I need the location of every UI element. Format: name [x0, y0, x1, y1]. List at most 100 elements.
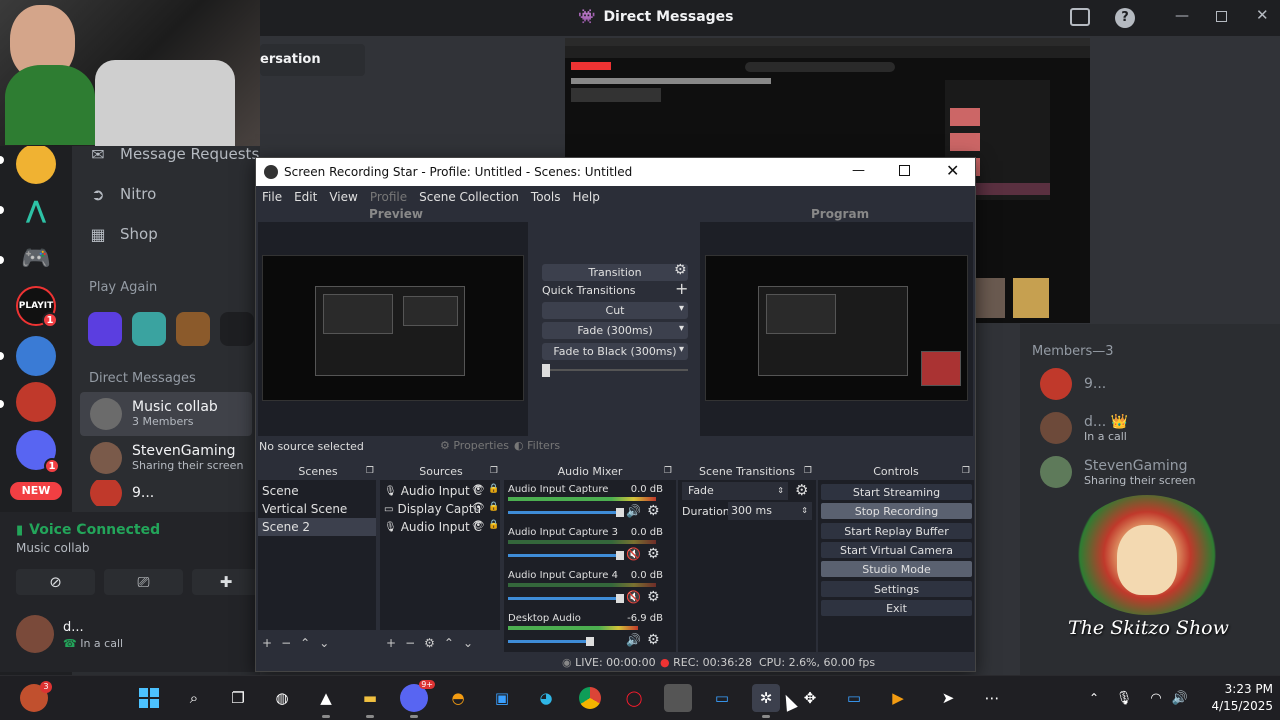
undock-icon[interactable]: ❐: [490, 466, 498, 476]
game-icon[interactable]: [220, 312, 254, 346]
add-icon[interactable]: +: [675, 279, 688, 298]
menu-tools[interactable]: Tools: [525, 190, 567, 204]
undock-icon[interactable]: ❐: [366, 466, 374, 476]
filters-button[interactable]: ◐ Filters: [514, 439, 560, 452]
undock-icon[interactable]: ❐: [804, 466, 812, 476]
volume-icon[interactable]: 🔊: [1166, 684, 1194, 712]
media-player-icon[interactable]: ▶: [884, 684, 912, 712]
task-view-icon[interactable]: ❐: [224, 684, 252, 712]
menu-edit[interactable]: Edit: [288, 190, 323, 204]
speaker-muted-icon[interactable]: 🔇: [626, 547, 641, 561]
move-down-icon[interactable]: ⌄: [463, 636, 473, 650]
game-app-icon[interactable]: 3: [20, 681, 52, 712]
new-badge[interactable]: NEW: [10, 482, 62, 500]
add-icon[interactable]: +: [386, 636, 396, 650]
dm-item[interactable]: 9...: [80, 480, 252, 506]
voice-channel[interactable]: Music collab: [16, 541, 90, 555]
menu-scene-collection[interactable]: Scene Collection: [413, 190, 525, 204]
gear-icon[interactable]: ⚙: [647, 632, 660, 648]
stop-recording-button[interactable]: Stop Recording: [821, 503, 972, 519]
exit-button[interactable]: Exit: [821, 600, 972, 616]
transition-fade-black[interactable]: Fade to Black (300ms) ▾: [542, 343, 688, 360]
menu-file[interactable]: File: [256, 190, 288, 204]
server-gta[interactable]: [16, 382, 56, 422]
server-simpsons[interactable]: [16, 144, 56, 184]
store-icon[interactable]: ▣: [488, 684, 516, 712]
volume-slider[interactable]: [508, 551, 624, 560]
window-app-icon[interactable]: ▭: [708, 684, 736, 712]
arrow-app-icon[interactable]: ➤: [934, 684, 962, 712]
gear-icon[interactable]: ⚙: [647, 589, 660, 605]
mic-icon[interactable]: 🎙: [1110, 684, 1138, 712]
undock-icon[interactable]: ❐: [962, 466, 970, 476]
source-item[interactable]: ▭ Display Captu: [384, 500, 481, 518]
remove-icon[interactable]: −: [281, 636, 291, 650]
camera-off-button[interactable]: ⊘: [16, 569, 95, 595]
eye-icon[interactable]: 👁: [472, 484, 485, 495]
move-down-icon[interactable]: ⌄: [319, 636, 329, 650]
lock-icon[interactable]: 🔒: [488, 520, 499, 530]
obs-window[interactable]: Screen Recording Star - Profile: Untitle…: [255, 157, 976, 672]
activities-button[interactable]: ✚: [192, 569, 260, 595]
source-item[interactable]: 🎙 Audio Input C: [384, 518, 482, 536]
user-avatar[interactable]: [16, 615, 54, 653]
discord-taskbar-icon[interactable]: 9+: [400, 680, 435, 718]
gear-icon[interactable]: ⚙: [674, 262, 687, 278]
server-lambda-icon[interactable]: ⋀: [16, 190, 56, 230]
remove-icon[interactable]: −: [405, 636, 415, 650]
gear-icon[interactable]: ⚙: [424, 636, 435, 650]
server-twitch[interactable]: 1: [16, 430, 60, 474]
inbox-icon[interactable]: [1070, 8, 1090, 26]
search-icon[interactable]: ⌕: [180, 684, 208, 712]
transition-button[interactable]: Transition: [542, 264, 688, 281]
start-streaming-button[interactable]: Start Streaming: [821, 484, 972, 500]
member-item[interactable]: 9...: [1040, 368, 1106, 400]
program-pane[interactable]: [700, 222, 973, 436]
lock-icon[interactable]: 🔒: [488, 484, 499, 494]
chrome-icon[interactable]: [576, 684, 604, 712]
speaker-muted-icon[interactable]: 🔇: [626, 590, 641, 604]
nav-shop[interactable]: ▦ Shop: [88, 224, 157, 244]
game-controller-icon[interactable]: 🎮: [16, 238, 56, 278]
menu-view[interactable]: View: [323, 190, 363, 204]
scene-item[interactable]: Vertical Scene: [262, 500, 347, 518]
gear-icon[interactable]: ⚙: [647, 503, 660, 519]
server-pixel[interactable]: [16, 336, 56, 376]
screen-share-button[interactable]: ⎚: [104, 569, 183, 595]
start-replay-buffer-button[interactable]: Start Replay Buffer: [821, 523, 972, 539]
windows-start-icon[interactable]: [135, 684, 163, 712]
transition-select[interactable]: Fade ⇕: [682, 482, 788, 500]
dm-item[interactable]: Music collab 3 Members: [80, 392, 252, 436]
game-icon[interactable]: [132, 312, 166, 346]
app-icon[interactable]: ◓: [444, 684, 472, 712]
scene-item-selected[interactable]: Scene 2: [258, 518, 376, 536]
file-explorer-icon[interactable]: ▬: [356, 684, 384, 718]
duration-input[interactable]: 300 ms ⇕: [728, 502, 812, 520]
nav-nitro[interactable]: ➲ Nitro: [88, 184, 156, 204]
volume-slider[interactable]: [508, 508, 624, 517]
undock-icon[interactable]: ❐: [664, 466, 672, 476]
chevron-up-icon[interactable]: ⌃: [1080, 684, 1108, 712]
volume-slider[interactable]: [508, 594, 624, 603]
game-icon[interactable]: [176, 312, 210, 346]
move-up-icon[interactable]: ⌃: [300, 636, 310, 650]
obs-close-icon[interactable]: ✕: [946, 161, 959, 180]
volume-slider[interactable]: [508, 637, 594, 646]
eye-icon[interactable]: 👁: [472, 502, 485, 513]
speaker-icon[interactable]: 🔊: [626, 504, 641, 518]
menu-help[interactable]: Help: [566, 190, 605, 204]
obs-taskbar-icon[interactable]: ✲: [752, 684, 780, 718]
controller-icon[interactable]: ✥: [796, 684, 824, 712]
clock[interactable]: 3:23 PM 4/15/2025: [1203, 681, 1273, 715]
game-icon[interactable]: [88, 312, 122, 346]
studio-mode-button[interactable]: Studio Mode: [821, 561, 972, 577]
dm-item[interactable]: StevenGaming Sharing their screen: [80, 436, 252, 480]
properties-button[interactable]: ⚙ Properties: [440, 439, 509, 452]
member-item[interactable]: StevenGaming Sharing their screen: [1040, 456, 1195, 488]
steam-icon[interactable]: ◍: [268, 684, 296, 712]
server-playit[interactable]: PLAYIT 1: [16, 286, 58, 328]
obs-maximize-icon[interactable]: [899, 165, 910, 176]
maximize-icon[interactable]: [1216, 11, 1227, 22]
eye-icon[interactable]: 👁: [472, 520, 485, 531]
game-icon[interactable]: [664, 684, 692, 712]
